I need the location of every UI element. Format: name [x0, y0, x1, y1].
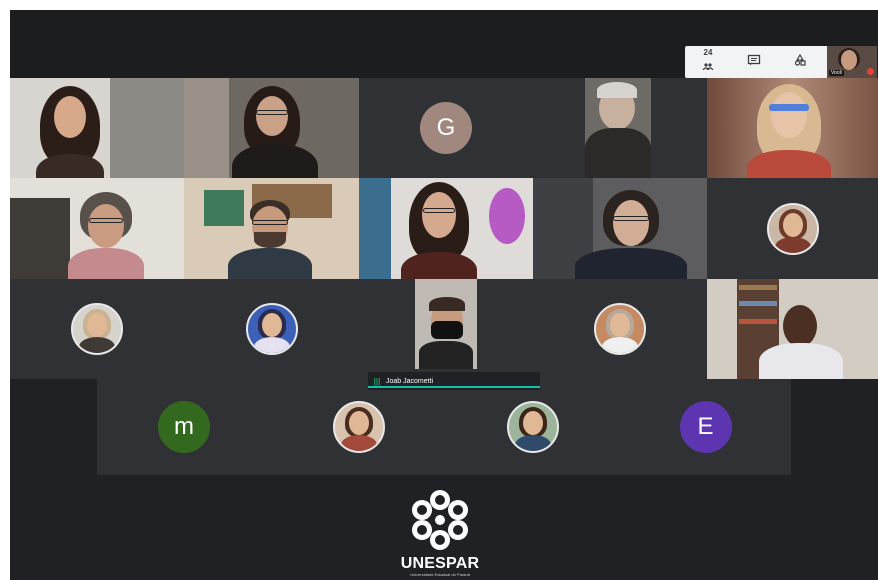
participant-tile[interactable] [10, 78, 184, 178]
participant-avatar [594, 303, 646, 355]
participant-tile[interactable] [533, 78, 707, 178]
participant-tile[interactable] [10, 279, 184, 379]
participants-count: 24 [703, 48, 713, 57]
participant-tile[interactable] [184, 178, 359, 279]
participant-avatar [766, 202, 819, 255]
activities-button[interactable] [777, 53, 823, 71]
participant-avatar: G [420, 102, 472, 154]
people-icon [702, 57, 714, 75]
participant-avatar [245, 303, 298, 355]
active-speaker-bar [368, 386, 540, 388]
participant-tile[interactable] [533, 279, 707, 379]
self-view-label: Você [829, 70, 845, 76]
active-speaker-name: Joab Jacometti [386, 377, 434, 385]
participant-tile[interactable] [707, 78, 878, 178]
chat-icon [747, 53, 761, 71]
chat-button[interactable] [731, 53, 777, 71]
participant-tile[interactable] [707, 279, 878, 379]
participant-tile[interactable] [184, 78, 359, 178]
participant-tile[interactable] [184, 279, 359, 379]
mic-active-icon: ||| [373, 376, 381, 386]
logo-name: UNESPAR [400, 555, 480, 572]
participant-avatar: m [158, 401, 210, 453]
mic-off-icon [867, 68, 874, 75]
logo-subtitle: Universidade Estadual do Paraná [410, 572, 470, 577]
participant-tile[interactable] [359, 279, 533, 379]
participant-tile[interactable] [707, 178, 878, 279]
meeting-toolbar: 24 Você [685, 46, 877, 78]
participant-tile[interactable] [271, 379, 446, 475]
self-view-thumbnail[interactable]: Você [827, 46, 877, 78]
participant-tile[interactable] [446, 379, 620, 475]
participant-tile[interactable] [533, 178, 707, 279]
participant-avatar [507, 401, 559, 453]
participant-tile[interactable] [359, 178, 533, 279]
participant-tile[interactable]: m [97, 379, 271, 475]
participant-tile[interactable]: E [620, 379, 791, 475]
participant-tile[interactable] [10, 178, 184, 279]
participant-avatar [332, 401, 385, 453]
participants-button[interactable]: 24 [685, 49, 731, 75]
participant-avatar [71, 303, 123, 355]
participant-tile[interactable]: G [359, 78, 533, 178]
participant-avatar: E [679, 401, 732, 453]
shapes-icon [793, 53, 807, 71]
